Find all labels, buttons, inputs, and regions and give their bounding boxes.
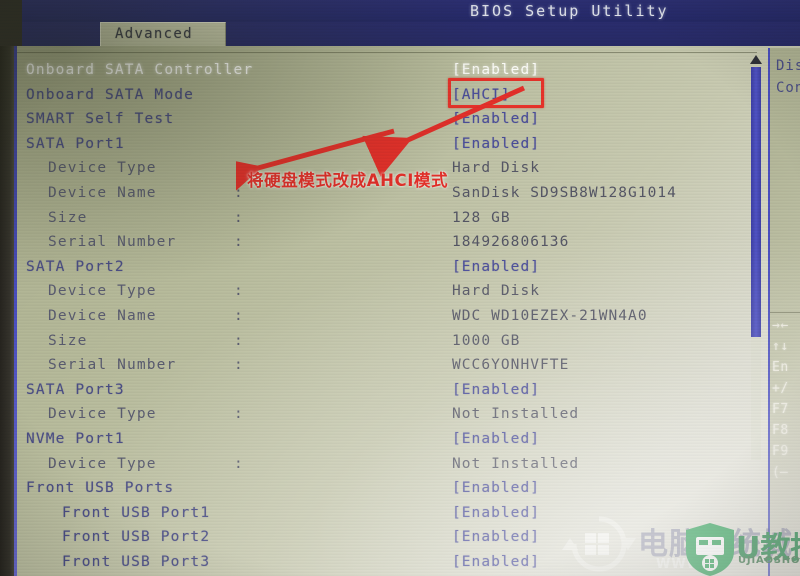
help-panel-key: En [772,360,789,375]
setting-readonly-value: Not Installed [452,455,580,472]
setting-colon: : [234,209,243,226]
setting-value[interactable]: [Enabled] [452,259,540,275]
help-panel-key: F8 [772,423,789,438]
setting-value[interactable]: [Enabled] [452,505,540,521]
setting-readonly-value: Hard Disk [452,283,541,300]
setting-colon: : [234,332,243,349]
help-panel-line: Con [776,80,800,96]
setting-label: Size [48,332,88,349]
setting-readonly-value: Not Installed [452,406,580,423]
bios-setup-screenshot: BIOS Setup Utility Advanced Onboard SATA… [0,0,800,576]
help-panel-key: (̶ [772,465,789,480]
setting-label: Size [48,209,88,226]
setting-readonly-value: 1000 GB [452,332,521,349]
settings-row[interactable]: Device Name: WDC WD10EZEX-21WN4A0 [0,308,760,333]
setting-label: Serial Number [48,357,177,374]
settings-row[interactable]: Front USB Ports [Enabled] [0,480,760,505]
help-panel-key: F9 [772,444,789,459]
setting-label: Device Type [48,283,157,300]
settings-row[interactable]: Serial Number: WCC6YONHVFTE [0,357,760,382]
setting-label: Device Name [48,308,157,324]
settings-row[interactable]: Device Type: Not Installed [0,456,760,481]
setting-label: SATA Port3 [26,381,125,398]
setting-label: Device Type [48,160,157,177]
setting-colon: : [234,357,243,374]
setting-label: Front USB Ports [26,480,175,497]
setting-colon: : [234,455,243,472]
scrollbar-thumb[interactable] [751,67,761,337]
settings-row[interactable]: Size: 128 GB [0,210,760,235]
settings-row[interactable]: SATA Port2 [Enabled] [0,259,760,284]
scrollbar[interactable] [748,55,764,460]
help-panel-divider [770,312,800,313]
setting-colon: : [234,234,243,251]
settings-row[interactable]: Front USB Port1 [Enabled] [0,505,760,530]
setting-colon: : [234,308,243,324]
settings-row[interactable]: NVMe Port1 [Enabled] [0,431,760,456]
setting-label: Device Type [48,406,157,423]
setting-label: Front USB Port3 [62,554,211,570]
setting-value[interactable]: [Enabled] [452,554,540,570]
settings-row[interactable]: Device Type: Hard Disk [0,283,760,308]
setting-value[interactable]: [Enabled] [452,431,540,447]
help-panel-key: +/ [772,381,789,396]
setting-value[interactable]: [Enabled] [452,480,540,496]
help-panel-key: →← [772,318,789,333]
setting-colon: : [234,283,243,300]
setting-value[interactable]: [Enabled] [452,62,540,78]
annotation-text: 将硬盘模式改成AHCI模式 [247,171,449,190]
setting-label: SATA Port2 [26,258,125,275]
setting-label: Device Name [48,185,157,201]
setting-label: NVMe Port1 [26,431,125,447]
settings-row[interactable]: Size: 1000 GB [0,333,760,358]
setting-readonly-value: WDC WD10EZEX-21WN4A0 [452,308,648,324]
setting-colon: : [234,406,243,423]
help-panel-key: ↑↓ [772,339,789,354]
help-panel-line: Dis [776,58,800,74]
settings-row[interactable]: Front USB Port2 [Enabled] [0,529,760,554]
setting-label: Onboard SATA Mode [26,86,194,103]
setting-label: SMART Self Test [26,111,175,128]
setting-readonly-value: 184926806136 [452,234,570,251]
settings-row[interactable]: Serial Number: 184926806136 [0,234,760,259]
settings-row[interactable]: Front USB Port3 [Enabled] [0,554,760,576]
setting-label: SATA Port1 [26,135,125,152]
scrollbar-up-arrow-icon[interactable] [750,55,762,64]
setting-value[interactable]: [Enabled] [452,529,540,545]
setting-label: Device Type [48,455,157,472]
settings-row[interactable]: SATA Port3 [Enabled] [0,382,760,407]
setting-readonly-value: 128 GB [452,209,511,226]
setting-readonly-value: WCC6YONHVFTE [452,357,570,374]
setting-label: Onboard SATA Controller [26,62,254,78]
help-panel-key: F7 [772,402,789,417]
setting-label: Serial Number [48,234,177,251]
setting-label: Front USB Port2 [62,529,211,546]
settings-row[interactable]: Device Type: Not Installed [0,406,760,431]
setting-label: Front USB Port1 [62,504,211,521]
settings-row-list: Onboard SATA Controller [Enabled] Onboard … [0,0,786,570]
setting-value[interactable]: [Enabled] [452,382,540,398]
